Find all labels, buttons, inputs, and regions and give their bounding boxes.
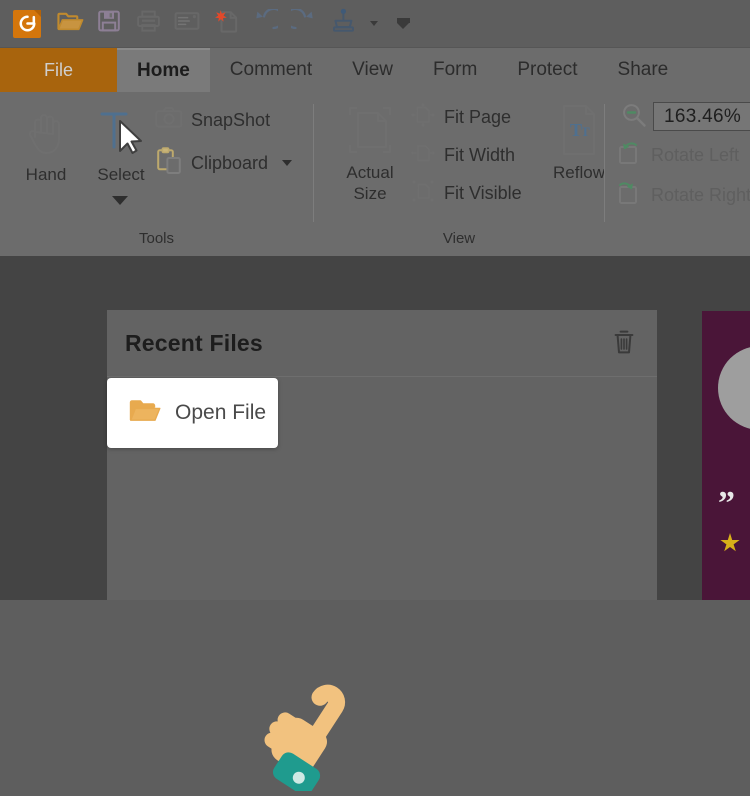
clear-recent-files-button[interactable]: [609, 328, 639, 360]
preview-quote-mark: ”: [718, 485, 735, 522]
fit-width-icon: [410, 140, 436, 171]
open-file-label: Open File: [175, 401, 267, 424]
fit-visible-label: Fit Visible: [444, 183, 522, 203]
ribbon-group-view-label: View: [442, 230, 476, 247]
printer-icon: [136, 9, 161, 38]
open-folder-icon: [129, 397, 161, 430]
rotate-right-icon: [617, 180, 643, 211]
select-tool-dropdown-caret-icon[interactable]: [112, 196, 128, 205]
preview-star-icon: [720, 533, 740, 552]
stamp-button[interactable]: [328, 8, 358, 39]
ribbon-group-view: Actual Size Fit Page Fit Width Fit Visib…: [314, 92, 605, 256]
recent-files-header: Recent Files: [107, 310, 657, 377]
tab-protect-label: Protect: [517, 59, 578, 80]
rotate-right-button[interactable]: Rotate Right: [617, 180, 750, 211]
document-thumbnail-preview[interactable]: ”: [702, 311, 750, 600]
trash-icon: [613, 329, 635, 360]
tab-protect[interactable]: Protect: [497, 48, 597, 92]
new-document-star-icon: [213, 9, 239, 39]
save-button[interactable]: [94, 9, 124, 39]
ribbon: Hand Select SnapShot Clipboard Tools Act…: [0, 92, 750, 256]
rotate-right-label: Rotate Right: [651, 185, 750, 205]
print-button[interactable]: [133, 9, 163, 39]
reflow-icon: T T: [556, 98, 602, 162]
fit-page-label: Fit Page: [444, 107, 512, 127]
undo-button[interactable]: [250, 7, 285, 39]
fit-page-button[interactable]: Fit Page: [410, 102, 511, 133]
pointing-hand-cursor: [253, 681, 363, 796]
fit-width-button[interactable]: Fit Width: [410, 140, 515, 171]
document-workspace: Recent Files Open File ”: [0, 256, 750, 796]
tab-share[interactable]: Share: [598, 48, 689, 92]
tab-form[interactable]: Form: [413, 48, 497, 92]
customize-toolbar-button[interactable]: [388, 9, 418, 39]
clipboard-button[interactable]: Clipboard: [155, 147, 293, 179]
fit-page-icon: [410, 102, 436, 133]
new-document-button[interactable]: [211, 9, 241, 39]
quick-access-toolbar: [0, 0, 750, 48]
rotate-left-label: Rotate Left: [651, 145, 740, 165]
actual-size-label-line1: Actual: [346, 163, 394, 182]
undo-arrow-icon: [252, 7, 285, 38]
reflow-label: Reflow: [553, 163, 605, 182]
fit-width-label: Fit Width: [444, 145, 516, 165]
actual-size-button[interactable]: Actual Size: [328, 98, 412, 204]
snapshot-label: SnapShot: [191, 110, 271, 130]
actual-size-icon: [344, 98, 396, 162]
zoom-out-magnifier-icon: [621, 102, 647, 133]
preview-avatar-circle: [718, 346, 750, 430]
hand-icon: [23, 100, 69, 164]
redo-arrow-icon: [284, 7, 317, 38]
select-tool-button[interactable]: Select: [84, 100, 158, 185]
fit-visible-icon: [410, 178, 436, 209]
clipboard-icon: [155, 147, 183, 179]
application-window: File Home Comment View Form Protect Shar…: [0, 0, 750, 796]
stamp-dropdown-caret-icon[interactable]: [370, 21, 378, 26]
hand-tool-label: Hand: [25, 165, 67, 184]
ribbon-group-tools-label: Tools: [138, 230, 175, 247]
stamp-icon: [330, 8, 356, 39]
ribbon-group-tools: Hand Select SnapShot Clipboard Tools: [0, 92, 313, 256]
tab-file[interactable]: File: [0, 48, 117, 92]
more-options-icon: [396, 18, 410, 29]
tab-form-label: Form: [433, 59, 478, 80]
tab-view-label: View: [352, 59, 393, 80]
tab-home[interactable]: Home: [117, 48, 210, 92]
envelope-icon: [174, 10, 200, 37]
select-text-icon: [96, 100, 146, 164]
open-folder-icon: [56, 9, 84, 38]
tab-home-label: Home: [137, 60, 190, 81]
clipboard-dropdown-caret-icon[interactable]: [282, 160, 293, 166]
zoom-level-value: 163.46%: [664, 105, 742, 127]
camera-icon: [155, 106, 183, 135]
svg-text:T: T: [581, 124, 590, 139]
zoom-level-input[interactable]: 163.46%: [653, 102, 750, 131]
clipboard-label: Clipboard: [191, 152, 269, 173]
tab-share-label: Share: [617, 59, 669, 80]
tab-comment[interactable]: Comment: [210, 48, 332, 92]
fit-visible-button[interactable]: Fit Visible: [410, 178, 522, 209]
hand-tool-button[interactable]: Hand: [9, 100, 83, 185]
email-button[interactable]: [172, 9, 202, 39]
actual-size-label-line2: Size: [353, 184, 387, 203]
tab-file-label: File: [43, 59, 73, 80]
rotate-left-button[interactable]: Rotate Left: [617, 140, 739, 171]
open-file-toolbar-button[interactable]: [55, 9, 85, 39]
rotate-left-icon: [617, 140, 643, 171]
snapshot-button[interactable]: SnapShot: [155, 106, 270, 135]
recent-files-panel: Recent Files Open File: [107, 310, 657, 600]
ribbon-tab-strip: File Home Comment View Form Protect Shar…: [0, 48, 750, 92]
open-file-button[interactable]: Open File: [107, 378, 278, 448]
tab-view[interactable]: View: [332, 48, 413, 92]
zoom-out-button[interactable]: [619, 102, 649, 132]
select-tool-label: Select: [97, 165, 145, 184]
floppy-save-icon: [97, 9, 121, 38]
tab-comment-label: Comment: [229, 59, 313, 80]
app-logo-icon: [13, 9, 41, 38]
recent-files-title: Recent Files: [125, 330, 263, 356]
redo-button[interactable]: [284, 7, 319, 39]
ribbon-group-zoom: 163.46% Rotate Left Rotate Right: [605, 92, 750, 256]
app-logo-button[interactable]: [12, 9, 42, 39]
